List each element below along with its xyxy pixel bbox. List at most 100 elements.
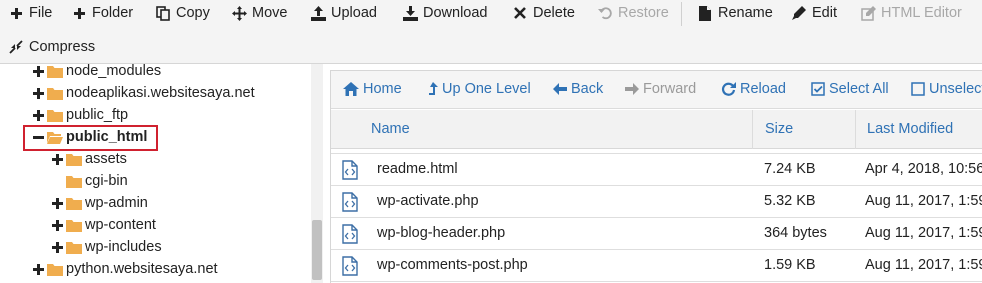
tree-item-public-html[interactable]: public_html (33, 126, 147, 148)
column-header-last-modified[interactable]: Last Modified (867, 121, 953, 137)
tree-item-node-modules[interactable]: node_modules (33, 60, 161, 82)
table-row[interactable]: wp-activate.php 5.32 KB Aug 11, 2017, 1:… (331, 186, 982, 218)
folder-icon (66, 153, 82, 166)
file-size: 1.59 KB (764, 257, 816, 273)
expand-icon[interactable] (52, 153, 63, 165)
rename-button[interactable]: Rename (697, 1, 773, 25)
level-up-icon (428, 81, 438, 97)
expand-icon[interactable] (33, 109, 44, 121)
folder-tree: node_modules nodeaplikasi.websitesaya.ne… (0, 63, 324, 283)
new-folder-button[interactable]: Folder (71, 1, 133, 25)
tree-item-assets[interactable]: assets (52, 148, 127, 170)
download-icon (402, 5, 418, 21)
undo-icon (597, 5, 613, 21)
folder-icon (66, 219, 82, 232)
checkbox-empty-icon (911, 82, 925, 96)
back-button[interactable]: Back (553, 79, 603, 99)
restore-button[interactable]: Restore (597, 1, 669, 25)
checkbox-checked-icon (811, 82, 825, 96)
folder-icon (47, 87, 63, 100)
html-editor-button[interactable]: HTML Editor (860, 1, 962, 25)
tree-item-wp-content[interactable]: wp-content (52, 214, 156, 236)
file-modified: Aug 11, 2017, 1:59 (865, 257, 982, 273)
table-header: Name Size Last Modified (331, 110, 982, 149)
file-name: wp-blog-header.php (377, 225, 506, 241)
edit-square-icon (860, 5, 876, 21)
close-icon (512, 5, 528, 21)
column-divider (855, 110, 856, 149)
file-name: wp-activate.php (377, 193, 479, 209)
expand-icon[interactable] (33, 65, 44, 77)
new-file-button[interactable]: File (8, 1, 52, 25)
folder-icon (66, 241, 82, 254)
scrollbar-thumb[interactable] (312, 220, 322, 280)
file-list-pane: Home Up One Level Back Forward Reload Se… (330, 70, 982, 283)
plus-icon (71, 5, 87, 21)
file-modified: Aug 11, 2017, 1:59 (865, 193, 982, 209)
tree-item-public-ftp[interactable]: public_ftp (33, 104, 128, 126)
tree-item-wp-admin[interactable]: wp-admin (52, 192, 148, 214)
column-header-name[interactable]: Name (371, 121, 410, 137)
folder-open-icon (47, 131, 63, 144)
move-button[interactable]: Move (231, 1, 287, 25)
folder-icon (47, 109, 63, 122)
arrow-left-icon (553, 83, 567, 95)
toolbar: File Folder Copy Move Upload Download De… (0, 0, 982, 64)
file-modified: Apr 4, 2018, 10:56 (865, 161, 982, 177)
file-table-body: readme.html 7.24 KB Apr 4, 2018, 10:56 w… (331, 150, 982, 283)
file-name: readme.html (377, 161, 458, 177)
forward-button[interactable]: Forward (625, 79, 696, 99)
move-icon (231, 5, 247, 21)
collapse-icon[interactable] (33, 132, 44, 143)
folder-icon (47, 65, 63, 78)
file-code-icon (342, 192, 358, 212)
table-row[interactable]: readme.html 7.24 KB Apr 4, 2018, 10:56 (331, 154, 982, 186)
column-header-size[interactable]: Size (765, 121, 793, 137)
file-size: 364 bytes (764, 225, 827, 241)
upload-icon (310, 5, 326, 21)
expand-icon[interactable] (52, 219, 63, 231)
file-code-icon (342, 224, 358, 244)
home-icon (343, 82, 359, 96)
delete-button[interactable]: Delete (512, 1, 575, 25)
column-divider (752, 110, 753, 149)
file-code-icon (342, 256, 358, 276)
folder-icon (47, 263, 63, 276)
file-icon (697, 5, 713, 21)
expand-icon[interactable] (33, 87, 44, 99)
navigation-bar: Home Up One Level Back Forward Reload Se… (331, 71, 982, 109)
compress-button[interactable]: Compress (8, 35, 95, 59)
up-one-level-button[interactable]: Up One Level (428, 79, 531, 99)
file-size: 7.24 KB (764, 161, 816, 177)
tree-scrollbar[interactable] (311, 64, 323, 283)
upload-button[interactable]: Upload (310, 1, 377, 25)
copy-button[interactable]: Copy (155, 1, 210, 25)
compress-icon (8, 39, 24, 55)
tree-item-wp-includes[interactable]: wp-includes (52, 236, 162, 258)
edit-button[interactable]: Edit (791, 1, 837, 25)
toolbar-divider (681, 2, 682, 26)
pencil-icon (791, 5, 807, 21)
select-all-button[interactable]: Select All (811, 79, 889, 99)
tree-item-python[interactable]: python.websitesaya.net (33, 258, 218, 280)
arrow-right-icon (625, 83, 639, 95)
expand-icon[interactable] (52, 241, 63, 253)
folder-icon (66, 175, 82, 188)
download-button[interactable]: Download (402, 1, 488, 25)
reload-button[interactable]: Reload (721, 79, 786, 99)
table-row[interactable]: wp-blog-header.php 364 bytes Aug 11, 201… (331, 218, 982, 250)
file-code-icon (342, 160, 358, 180)
file-size: 5.32 KB (764, 193, 816, 209)
file-modified: Aug 11, 2017, 1:59 (865, 225, 982, 241)
plus-icon (8, 5, 24, 21)
unselect-all-button[interactable]: Unselect (911, 79, 982, 99)
tree-item-nodeaplikasi[interactable]: nodeaplikasi.websitesaya.net (33, 82, 255, 104)
copy-icon (155, 5, 171, 21)
expand-icon[interactable] (52, 197, 63, 209)
expand-icon[interactable] (33, 263, 44, 275)
tree-item-cgi-bin[interactable]: cgi-bin (52, 170, 128, 192)
folder-icon (66, 197, 82, 210)
table-row[interactable]: wp-comments-post.php 1.59 KB Aug 11, 201… (331, 250, 982, 282)
file-name: wp-comments-post.php (377, 257, 528, 273)
home-button[interactable]: Home (343, 79, 402, 99)
